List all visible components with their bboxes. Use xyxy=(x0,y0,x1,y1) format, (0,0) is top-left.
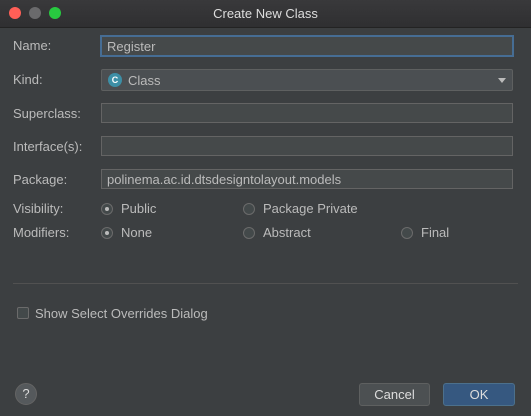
visibility-public-label[interactable]: Public xyxy=(121,201,156,216)
window-title: Create New Class xyxy=(213,6,318,21)
title-bar: Create New Class xyxy=(0,0,531,28)
modifiers-abstract-label[interactable]: Abstract xyxy=(263,225,311,240)
kind-dropdown[interactable]: C Class xyxy=(101,69,513,91)
modifiers-final-radio[interactable] xyxy=(401,227,413,239)
cancel-button[interactable]: Cancel xyxy=(359,383,430,406)
name-label: Name: xyxy=(13,38,52,53)
modifiers-none-radio[interactable] xyxy=(101,227,113,239)
chevron-down-icon[interactable] xyxy=(498,78,506,83)
superclass-label: Superclass: xyxy=(13,106,81,121)
class-icon: C xyxy=(108,73,122,87)
kind-selected-value: Class xyxy=(128,73,161,88)
package-label: Package: xyxy=(13,172,68,187)
visibility-package-private-label[interactable]: Package Private xyxy=(263,201,358,216)
superclass-input[interactable] xyxy=(101,103,513,123)
interfaces-input[interactable] xyxy=(101,136,513,156)
visibility-public-radio[interactable] xyxy=(101,203,113,215)
help-icon[interactable]: ? xyxy=(15,383,37,405)
package-input[interactable] xyxy=(101,169,513,189)
ok-button[interactable]: OK xyxy=(443,383,515,406)
interfaces-label: Interface(s): xyxy=(13,139,83,154)
show-overrides-checkbox[interactable] xyxy=(17,307,29,319)
create-new-class-dialog: Create New Class Name: Kind: C Class Sup… xyxy=(0,0,531,416)
modifiers-abstract-radio[interactable] xyxy=(243,227,255,239)
name-input[interactable] xyxy=(100,35,514,57)
kind-label: Kind: xyxy=(13,72,43,87)
visibility-package-private-radio[interactable] xyxy=(243,203,255,215)
show-overrides-label[interactable]: Show Select Overrides Dialog xyxy=(35,306,208,321)
modifiers-label: Modifiers: xyxy=(13,225,70,240)
modifiers-final-label[interactable]: Final xyxy=(421,225,449,240)
visibility-label: Visibility: xyxy=(13,201,64,216)
separator xyxy=(13,283,518,284)
modifiers-none-label[interactable]: None xyxy=(121,225,152,240)
